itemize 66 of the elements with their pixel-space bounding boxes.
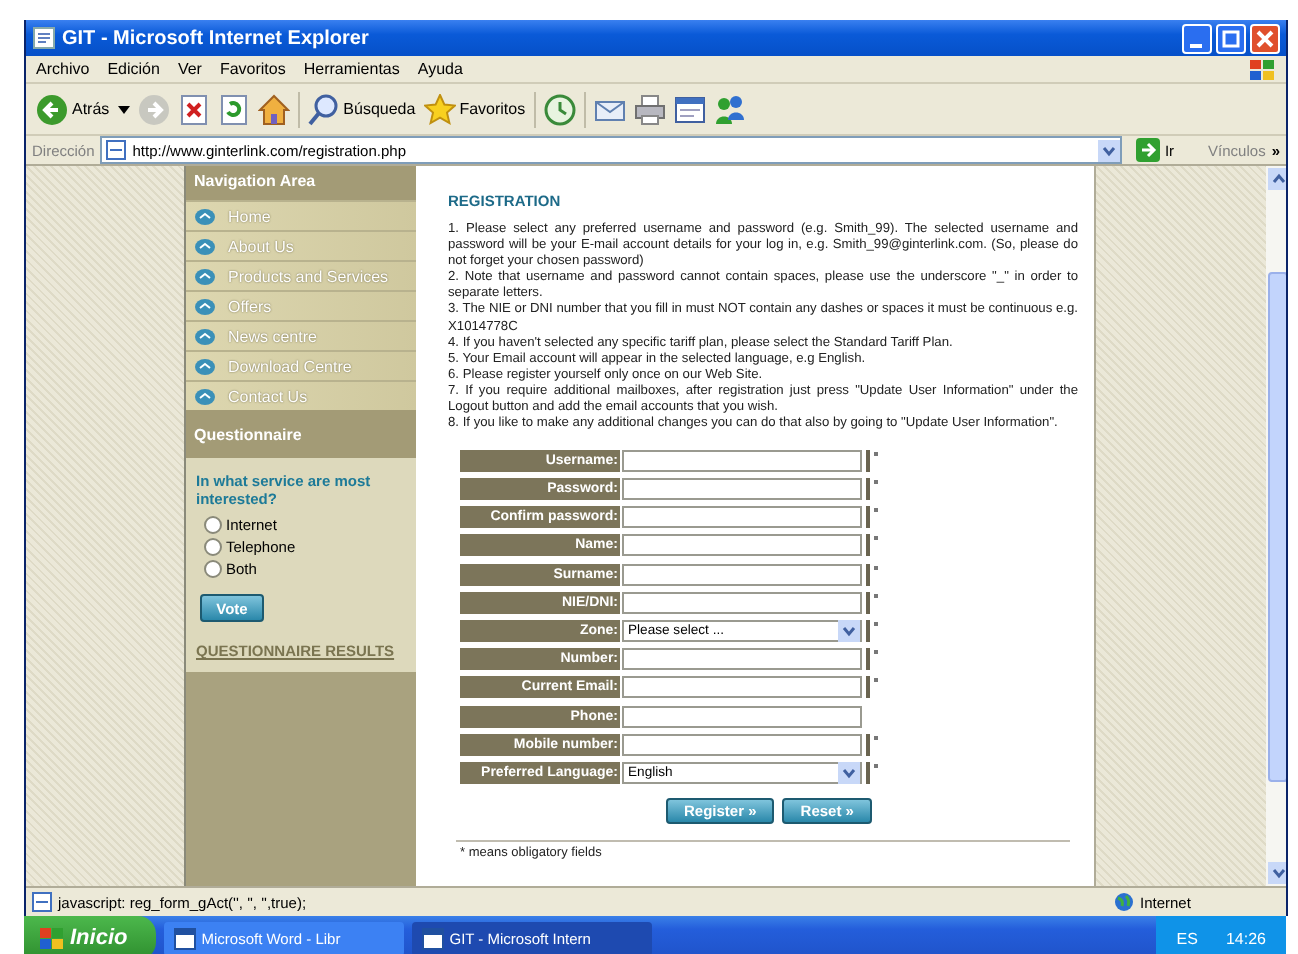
window-title: GIT - Microsoft Internet Explorer <box>62 27 371 49</box>
search-icon <box>307 93 340 125</box>
bullet-icon <box>194 327 216 345</box>
scrollbar[interactable] <box>1266 166 1286 886</box>
window-icon <box>421 927 444 949</box>
bullet-icon <box>194 207 216 225</box>
forward-icon <box>137 93 170 125</box>
input-field[interactable] <box>622 591 862 614</box>
page-icon <box>32 892 52 912</box>
windows-logo-icon <box>40 927 64 949</box>
input-field[interactable] <box>622 478 862 500</box>
input-field[interactable] <box>622 733 862 756</box>
document-icon <box>673 93 706 125</box>
scroll-thumb[interactable] <box>1268 271 1286 781</box>
questionnaire-heading: Questionnaire <box>186 410 416 458</box>
edit-button[interactable] <box>673 93 706 125</box>
scroll-up-icon <box>1267 168 1286 190</box>
minimize-button[interactable] <box>1182 23 1212 53</box>
menu-item[interactable]: Herramientas <box>303 60 400 78</box>
print-button[interactable] <box>633 93 666 125</box>
menu-item[interactable]: Ver <box>177 60 202 78</box>
window-icon <box>173 927 196 949</box>
input-field[interactable] <box>622 705 862 727</box>
input-field[interactable] <box>622 563 862 586</box>
windows-logo-icon <box>1248 57 1276 81</box>
maximize-button[interactable] <box>1216 23 1246 53</box>
search-button[interactable]: Búsqueda <box>307 93 416 125</box>
home-icon <box>257 93 290 125</box>
messenger-button[interactable] <box>713 93 746 125</box>
scroll-down-icon <box>1267 862 1286 884</box>
menu-item[interactable]: Favoritos <box>219 60 286 78</box>
bullet-icon <box>194 357 216 375</box>
refresh-icon <box>217 93 250 125</box>
people-icon <box>713 93 746 125</box>
arrow-icon <box>1136 138 1161 162</box>
input-field[interactable] <box>622 534 862 557</box>
back-icon <box>36 93 68 125</box>
input-field[interactable] <box>622 648 862 671</box>
page-icon <box>32 26 56 50</box>
home-button[interactable] <box>257 93 290 125</box>
language-indicator: ES <box>1176 929 1198 947</box>
refresh-button[interactable] <box>217 93 250 125</box>
stop-button[interactable] <box>177 93 210 125</box>
menu-item[interactable]: Ayuda <box>417 60 463 78</box>
clock-text: 14:26 <box>1225 929 1266 947</box>
bullet-icon <box>194 267 216 285</box>
dropdown-arrow-icon[interactable] <box>117 105 130 113</box>
stop-icon <box>177 93 210 125</box>
printer-icon <box>633 93 666 125</box>
menu-item[interactable]: Edición <box>107 60 160 78</box>
clock-icon <box>543 93 576 125</box>
bullet-icon <box>194 297 216 315</box>
input-field[interactable] <box>622 676 862 699</box>
globe-icon <box>1114 892 1134 912</box>
history-button[interactable] <box>543 93 576 125</box>
input-field[interactable] <box>622 506 862 529</box>
close-button[interactable] <box>1250 23 1280 53</box>
favorites-button[interactable]: Favoritos <box>423 93 526 125</box>
bullet-icon <box>194 387 216 405</box>
page-icon <box>106 140 127 160</box>
nav-heading: Navigation Area <box>186 166 416 200</box>
menu-item[interactable]: Archivo <box>36 60 90 78</box>
bullet-icon <box>194 237 216 255</box>
star-icon <box>423 93 456 125</box>
back-button[interactable]: Atrás <box>36 93 110 125</box>
input-field[interactable] <box>622 449 862 472</box>
